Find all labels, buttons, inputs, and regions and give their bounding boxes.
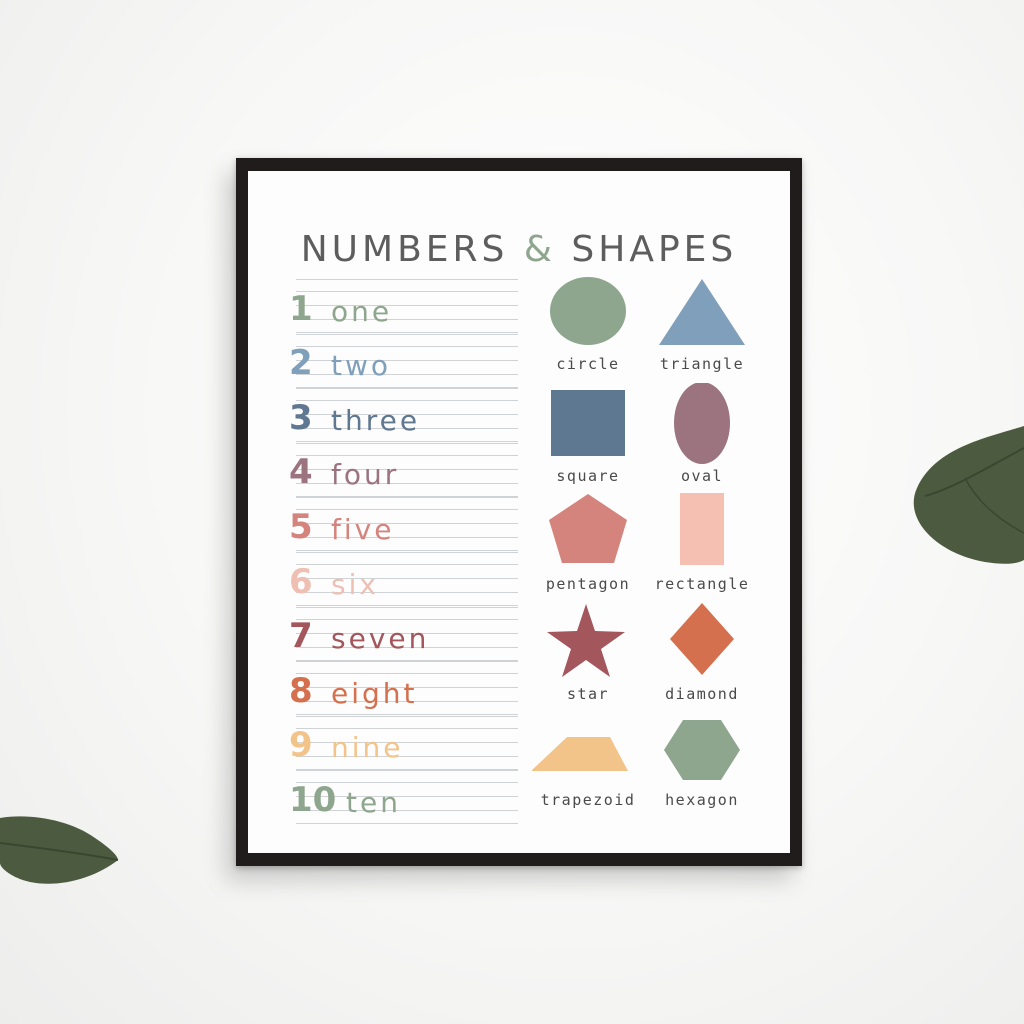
number-digit: 4	[289, 452, 313, 493]
shape-label: star	[566, 685, 610, 703]
shape-label: triangle	[659, 355, 745, 373]
shape-card-hexagon: hexagon	[646, 707, 758, 813]
number-row: 4 four	[284, 442, 528, 498]
handwriting-guide-lines	[296, 715, 518, 771]
square-shape	[551, 390, 625, 456]
title-numbers: NUMBERS	[300, 229, 509, 270]
number-digit: 5	[289, 506, 313, 547]
shape-label: rectangle	[654, 575, 750, 593]
number-word: ten	[346, 785, 401, 819]
shape-card-square: square	[532, 383, 644, 489]
title-shapes: SHAPES	[571, 229, 738, 270]
number-digit: 1	[289, 288, 313, 329]
leaf-left-decoration	[0, 816, 119, 884]
number-row: 1 one	[284, 279, 528, 334]
pentagon-shape	[549, 494, 627, 563]
shape-card-diamond: diamond	[646, 601, 758, 707]
number-digit: 2	[289, 343, 313, 384]
shape-card-oval: oval	[646, 383, 758, 489]
number-row: 5 five	[284, 497, 528, 552]
number-digit: 6	[289, 561, 313, 602]
shape-label: square	[556, 467, 620, 485]
number-word: seven	[331, 622, 430, 656]
number-digit: 10	[289, 779, 337, 820]
triangle-shape	[659, 279, 745, 345]
handwriting-guide-lines	[296, 333, 518, 389]
rectangle-shape	[680, 493, 724, 565]
shape-label: pentagon	[545, 575, 631, 593]
handwriting-guide-lines	[296, 279, 518, 334]
shape-card-pentagon: pentagon	[532, 491, 644, 597]
number-word: eight	[331, 676, 418, 710]
handwriting-guide-lines	[296, 497, 518, 552]
shape-label: trapezoid	[540, 791, 636, 809]
number-word: three	[331, 403, 421, 437]
number-row: 10 ten	[284, 770, 528, 825]
handwriting-guide-lines	[296, 551, 518, 607]
title-ampersand: &	[523, 229, 556, 270]
shape-card-trapezoid: trapezoid	[532, 707, 644, 813]
hexagon-shape	[664, 720, 740, 780]
trapezoid-shape	[532, 737, 628, 771]
shapes-grid: circle triangle square oval pentagon rectangl…	[530, 271, 770, 831]
shape-card-circle: circle	[532, 271, 644, 377]
shape-label: circle	[556, 355, 620, 373]
shape-card-rectangle: rectangle	[646, 491, 758, 597]
number-digit: 3	[289, 397, 313, 438]
number-word: six	[331, 567, 379, 601]
number-word: one	[331, 294, 393, 328]
shape-card-triangle: triangle	[646, 271, 758, 377]
shape-label: diamond	[665, 685, 739, 703]
number-word: nine	[331, 731, 404, 765]
number-row: 8 eight	[284, 661, 528, 716]
diamond-shape	[670, 603, 734, 675]
number-word: five	[331, 512, 395, 546]
shape-card-star: star	[532, 601, 644, 707]
leaf-right-decoration	[913, 426, 1024, 564]
number-row: 3 three	[284, 388, 528, 443]
picture-frame: NUMBERS & SHAPES 1 one 2 two 3 three 4 four 5 fiv…	[236, 158, 802, 866]
handwriting-guide-lines	[296, 442, 518, 498]
star-shape	[547, 604, 625, 677]
number-row: 6 six	[284, 551, 528, 607]
shape-label: oval	[680, 467, 724, 485]
number-digit: 8	[289, 670, 313, 711]
shape-label: hexagon	[665, 791, 739, 809]
number-row: 2 two	[284, 333, 528, 389]
oval-shape	[674, 383, 730, 464]
number-row: 9 nine	[284, 715, 528, 771]
numbers-list: 1 one 2 two 3 three 4 four 5 five 6 six 7 seven 8 eight…	[284, 279, 528, 825]
number-row: 7 seven	[284, 606, 528, 662]
number-digit: 7	[289, 616, 313, 657]
number-word: four	[331, 458, 400, 492]
number-digit: 9	[289, 725, 313, 766]
number-word: two	[331, 349, 392, 383]
poster: NUMBERS & SHAPES 1 one 2 two 3 three 4 four 5 fiv…	[248, 171, 790, 853]
poster-title: NUMBERS & SHAPES	[248, 229, 790, 270]
circle-shape	[550, 277, 626, 345]
